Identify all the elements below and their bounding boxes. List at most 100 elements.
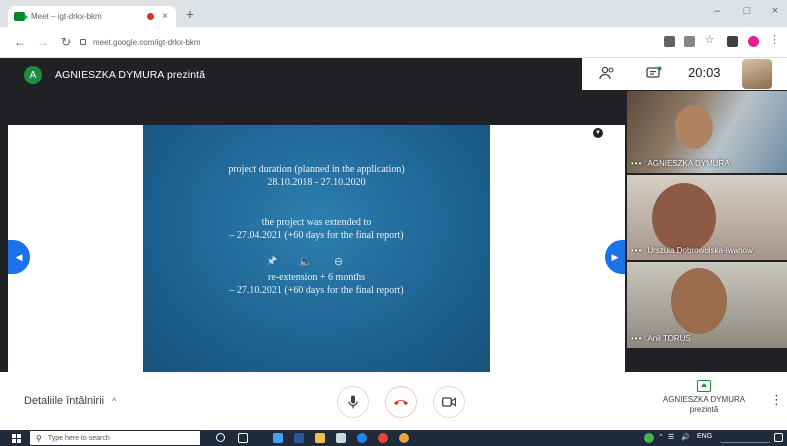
- previous-page-button[interactable]: ◀: [8, 240, 30, 274]
- camera-icon[interactable]: [664, 36, 675, 47]
- more-options-icon[interactable]: •••: [631, 159, 642, 168]
- participant-name: Urszula Dobrowolska-Iwanow: [647, 246, 753, 255]
- profile-icon[interactable]: [748, 36, 759, 47]
- microphone-button[interactable]: [337, 386, 369, 418]
- new-tab-button[interactable]: +: [182, 6, 198, 22]
- camera-toggle-button[interactable]: [433, 386, 465, 418]
- kebab-menu-icon[interactable]: ⋮: [769, 33, 780, 46]
- participant-name: AGNIESZKA DYMURA: [647, 159, 730, 168]
- slide-text-block-2: the project was extended to – 27.04.2021…: [143, 217, 490, 242]
- participant-tile-2[interactable]: ••• Urszula Dobrowolska-Iwanow: [627, 175, 787, 260]
- slide-line: – 27.04.2021 (+60 days for the final rep…: [229, 229, 404, 241]
- presentation-stage: project duration (planned in the applica…: [8, 125, 625, 372]
- more-options-icon[interactable]: ⋮: [770, 392, 783, 408]
- url-text: meet.google.com/igt-drkx-bkm: [93, 37, 201, 47]
- notifications-icon[interactable]: [774, 433, 783, 442]
- self-view-thumbnail[interactable]: [742, 59, 772, 89]
- participant-video: [675, 105, 713, 149]
- tray-app-icon[interactable]: [644, 433, 654, 443]
- meeting-details-button[interactable]: Detaliile întâlnirii ^: [24, 395, 116, 407]
- participant-label: ••• AGNIESZKA DYMURA: [631, 159, 730, 168]
- chevron-up-icon: ^: [112, 396, 117, 406]
- taskbar-search-placeholder: Type here to search: [47, 434, 110, 442]
- network-icon[interactable]: ☰: [668, 433, 674, 441]
- more-options-icon[interactable]: •••: [631, 334, 642, 343]
- slide-line: the project was extended to: [261, 217, 372, 228]
- participant-video: [652, 183, 716, 253]
- meet-control-bar: Detaliile întâlnirii ^ AGNIESZKA DYMURA …: [0, 372, 787, 430]
- reload-icon[interactable]: ↻: [59, 35, 73, 49]
- participant-tile-1[interactable]: ••• AGNIESZKA DYMURA: [627, 91, 787, 173]
- participant-label: ••• Anil TORUS: [631, 334, 691, 343]
- presenting-indicator[interactable]: AGNIESZKA DYMURA prezintă: [660, 380, 748, 415]
- browser-toolbar: ← → ↻ meet.google.com/igt-drkx-bkm ☆ ⋮: [0, 27, 787, 58]
- chevron-right-icon: ▶: [611, 251, 619, 262]
- people-icon[interactable]: [599, 66, 615, 80]
- meeting-clock: 20:03: [688, 65, 721, 80]
- app-icon[interactable]: [378, 433, 388, 443]
- presentation-slide: project duration (planned in the applica…: [143, 125, 490, 372]
- search-icon: ⚲: [36, 433, 42, 443]
- presenter-bar: A AGNIESZKA DYMURA prezintă: [0, 58, 625, 92]
- presenter-avatar: A: [24, 66, 42, 84]
- lock-icon: [80, 39, 86, 45]
- remove-icon[interactable]: ⊖: [334, 255, 343, 268]
- windows-taskbar: ⚲ Type here to search ⌃ ☰ 🔊 ENG: [0, 430, 787, 446]
- meeting-details-label: Detaliile întâlnirii: [24, 395, 105, 407]
- star-icon[interactable]: ☆: [704, 34, 715, 46]
- address-bar[interactable]: meet.google.com/igt-drkx-bkm: [80, 32, 650, 52]
- taskbar-clock[interactable]: [720, 433, 770, 443]
- tab-close-icon[interactable]: ×: [160, 11, 170, 22]
- browser-tab-bar: Meet – igt-drkx-bkm × + – □ ×: [0, 0, 787, 27]
- next-page-button[interactable]: ▶: [605, 240, 625, 274]
- top-right-panel: 20:03: [582, 58, 787, 90]
- minimize-button[interactable]: –: [710, 5, 724, 17]
- back-arrow-icon[interactable]: ←: [13, 35, 27, 49]
- microphone-icon: [348, 395, 358, 409]
- forward-arrow-icon[interactable]: →: [36, 35, 50, 49]
- cast-icon[interactable]: [684, 36, 695, 47]
- mute-speaker-icon[interactable]: 🔈: [299, 255, 313, 268]
- slide-line: re-extension + 6 months: [267, 272, 365, 283]
- chevron-down-icon[interactable]: ▼: [593, 128, 603, 138]
- slide-line: – 27.10.2021 (+60 days for the final rep…: [229, 284, 404, 296]
- slide-line: project duration (planned in the applica…: [228, 164, 405, 175]
- taskbar-search-box[interactable]: ⚲ Type here to search: [30, 431, 200, 445]
- cortana-icon[interactable]: [216, 433, 225, 442]
- slide-text-block-3: re-extension + 6 months – 27.10.2021 (+6…: [143, 272, 490, 297]
- tray-chevron-icon[interactable]: ⌃: [658, 433, 664, 441]
- pin-icon[interactable]: 🖈: [267, 252, 277, 271]
- participant-video: [671, 268, 727, 334]
- more-options-icon[interactable]: •••: [631, 246, 642, 255]
- slide-text-block-1: project duration (planned in the applica…: [143, 164, 490, 189]
- app-icon[interactable]: [399, 433, 409, 443]
- video-camera-icon: [442, 397, 456, 407]
- tab-title: Meet – igt-drkx-bkm: [31, 12, 102, 21]
- participant-name: Anil TORUS: [647, 334, 691, 343]
- browser-tab-meet[interactable]: Meet – igt-drkx-bkm ×: [8, 6, 176, 27]
- close-window-button[interactable]: ×: [768, 5, 782, 17]
- chrome-icon[interactable]: [357, 433, 367, 443]
- presenting-status: prezintă: [689, 405, 719, 414]
- end-call-button[interactable]: [385, 386, 417, 418]
- meet-favicon-icon: [14, 12, 28, 21]
- word-icon[interactable]: [294, 433, 304, 443]
- file-explorer-icon[interactable]: [315, 433, 325, 443]
- participant-tile-3[interactable]: ••• Anil TORUS: [627, 262, 787, 348]
- chevron-left-icon: ◀: [15, 251, 23, 262]
- task-view-icon[interactable]: [238, 433, 248, 443]
- hang-up-icon: [394, 400, 408, 405]
- chat-icon[interactable]: [646, 66, 662, 80]
- volume-icon[interactable]: 🔊: [681, 433, 690, 441]
- store-icon[interactable]: [336, 433, 346, 443]
- edge-icon[interactable]: [273, 433, 283, 443]
- extensions-icon[interactable]: [727, 36, 738, 47]
- tile-controls-overlay: 🖈 🔈 ⊖: [256, 249, 354, 273]
- meet-main-area: A AGNIESZKA DYMURA prezintă 20:03 projec…: [0, 58, 787, 372]
- participant-label: ••• Urszula Dobrowolska-Iwanow: [631, 246, 753, 255]
- slide-line: 28.10.2018 - 27.10.2020: [267, 176, 366, 188]
- windows-start-icon[interactable]: [12, 434, 21, 443]
- maximize-button[interactable]: □: [740, 5, 754, 17]
- record-icon: [147, 13, 154, 20]
- input-language[interactable]: ENG: [697, 433, 712, 440]
